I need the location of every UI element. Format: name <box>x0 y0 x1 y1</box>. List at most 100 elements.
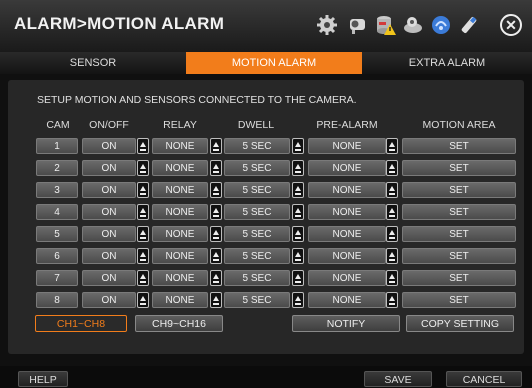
relay-select[interactable]: NONE <box>152 138 208 154</box>
onoff-select[interactable]: ON <box>82 138 136 154</box>
dropdown-arrow-icon[interactable] <box>137 160 149 176</box>
cam-number: 8 <box>36 292 78 308</box>
dwell-select[interactable]: 5 SEC <box>224 182 290 198</box>
page-title: ALARM>MOTION ALARM <box>14 14 225 33</box>
motion-area-set-button[interactable]: SET <box>402 292 516 308</box>
onoff-select[interactable]: ON <box>82 226 136 242</box>
dropdown-arrow-icon[interactable] <box>386 160 398 176</box>
dropdown-arrow-icon[interactable] <box>137 292 149 308</box>
onoff-select[interactable]: ON <box>82 204 136 220</box>
cam-number: 5 <box>36 226 78 242</box>
relay-select[interactable]: NONE <box>152 270 208 286</box>
motion-area-set-button[interactable]: SET <box>402 204 516 220</box>
motion-area-set-button[interactable]: SET <box>402 138 516 154</box>
database-warning-icon[interactable] <box>374 14 396 36</box>
dropdown-arrow-icon[interactable] <box>137 204 149 220</box>
relay-select[interactable]: NONE <box>152 292 208 308</box>
onoff-select[interactable]: ON <box>82 160 136 176</box>
dropdown-arrow-icon[interactable] <box>386 292 398 308</box>
dropdown-arrow-icon[interactable] <box>292 248 304 264</box>
relay-select[interactable]: NONE <box>152 204 208 220</box>
relay-select[interactable]: NONE <box>152 248 208 264</box>
dropdown-arrow-icon[interactable] <box>210 270 222 286</box>
tab-sensor[interactable]: SENSOR <box>0 52 186 74</box>
dropdown-arrow-icon[interactable] <box>210 248 222 264</box>
column-header-dwell: DWELL <box>237 119 275 131</box>
help-button[interactable]: HELP <box>18 371 68 387</box>
dropdown-arrow-icon[interactable] <box>292 182 304 198</box>
dwell-select[interactable]: 5 SEC <box>224 160 290 176</box>
dropdown-arrow-icon[interactable] <box>292 138 304 154</box>
dropdown-arrow-icon[interactable] <box>386 182 398 198</box>
record-icon[interactable] <box>402 14 424 36</box>
save-button[interactable]: SAVE <box>364 371 432 387</box>
copy-setting-button[interactable]: COPY SETTING <box>406 315 514 332</box>
dropdown-arrow-icon[interactable] <box>210 138 222 154</box>
dwell-select[interactable]: 5 SEC <box>224 226 290 242</box>
dwell-select[interactable]: 5 SEC <box>224 248 290 264</box>
dropdown-arrow-icon[interactable] <box>386 248 398 264</box>
prealarm-select[interactable]: NONE <box>308 182 386 198</box>
column-header-motion-area: MOTION AREA <box>422 119 496 131</box>
motion-area-set-button[interactable]: SET <box>402 270 516 286</box>
ch1-ch8-button[interactable]: CH1~CH8 <box>35 315 127 332</box>
dropdown-arrow-icon[interactable] <box>210 292 222 308</box>
close-icon: ✕ <box>505 17 517 33</box>
motion-area-set-button[interactable]: SET <box>402 182 516 198</box>
onoff-select[interactable]: ON <box>82 270 136 286</box>
tab-motion-alarm[interactable]: MOTION ALARM <box>186 52 362 74</box>
dropdown-arrow-icon[interactable] <box>386 138 398 154</box>
dropdown-arrow-icon[interactable] <box>386 204 398 220</box>
motion-area-set-button[interactable]: SET <box>402 226 516 242</box>
prealarm-select[interactable]: NONE <box>308 226 386 242</box>
motion-area-set-button[interactable]: SET <box>402 248 516 264</box>
close-button[interactable]: ✕ <box>500 14 522 36</box>
dropdown-arrow-icon[interactable] <box>292 270 304 286</box>
dwell-select[interactable]: 5 SEC <box>224 270 290 286</box>
dropdown-arrow-icon[interactable] <box>292 292 304 308</box>
prealarm-select[interactable]: NONE <box>308 138 386 154</box>
prealarm-select[interactable]: NONE <box>308 204 386 220</box>
dropdown-arrow-icon[interactable] <box>386 270 398 286</box>
dropdown-arrow-icon[interactable] <box>210 160 222 176</box>
prealarm-select[interactable]: NONE <box>308 292 386 308</box>
column-header-relay: RELAY <box>163 119 197 131</box>
prealarm-select[interactable]: NONE <box>308 248 386 264</box>
dropdown-arrow-icon[interactable] <box>210 182 222 198</box>
ch9-ch16-button[interactable]: CH9~CH16 <box>135 315 223 332</box>
dropdown-arrow-icon[interactable] <box>137 248 149 264</box>
prealarm-select[interactable]: NONE <box>308 160 386 176</box>
tab-extra-alarm[interactable]: EXTRA ALARM <box>362 52 532 74</box>
notify-button[interactable]: NOTIFY <box>292 315 400 332</box>
dwell-select[interactable]: 5 SEC <box>224 138 290 154</box>
relay-select[interactable]: NONE <box>152 226 208 242</box>
usb-icon[interactable] <box>458 14 480 36</box>
dropdown-arrow-icon[interactable] <box>210 226 222 242</box>
prealarm-select[interactable]: NONE <box>308 270 386 286</box>
dropdown-arrow-icon[interactable] <box>137 270 149 286</box>
onoff-select[interactable]: ON <box>82 248 136 264</box>
relay-select[interactable]: NONE <box>152 182 208 198</box>
cancel-button[interactable]: CANCEL <box>446 371 522 387</box>
gear-icon[interactable] <box>316 14 338 36</box>
camera-icon[interactable] <box>346 14 368 36</box>
description-text: SETUP MOTION AND SENSORS CONNECTED TO TH… <box>37 94 357 106</box>
dropdown-arrow-icon[interactable] <box>137 226 149 242</box>
dropdown-arrow-icon[interactable] <box>292 204 304 220</box>
relay-select[interactable]: NONE <box>152 160 208 176</box>
network-icon[interactable] <box>430 14 452 36</box>
onoff-select[interactable]: ON <box>82 292 136 308</box>
tab-bar: SENSOR MOTION ALARM EXTRA ALARM <box>0 52 532 74</box>
dropdown-arrow-icon[interactable] <box>210 204 222 220</box>
dropdown-arrow-icon[interactable] <box>386 226 398 242</box>
dwell-select[interactable]: 5 SEC <box>224 292 290 308</box>
column-header-onoff: ON/OFF <box>89 119 129 131</box>
dropdown-arrow-icon[interactable] <box>137 138 149 154</box>
dwell-select[interactable]: 5 SEC <box>224 204 290 220</box>
onoff-select[interactable]: ON <box>82 182 136 198</box>
dropdown-arrow-icon[interactable] <box>137 182 149 198</box>
dropdown-arrow-icon[interactable] <box>292 160 304 176</box>
motion-area-set-button[interactable]: SET <box>402 160 516 176</box>
cam-number: 2 <box>36 160 78 176</box>
dropdown-arrow-icon[interactable] <box>292 226 304 242</box>
